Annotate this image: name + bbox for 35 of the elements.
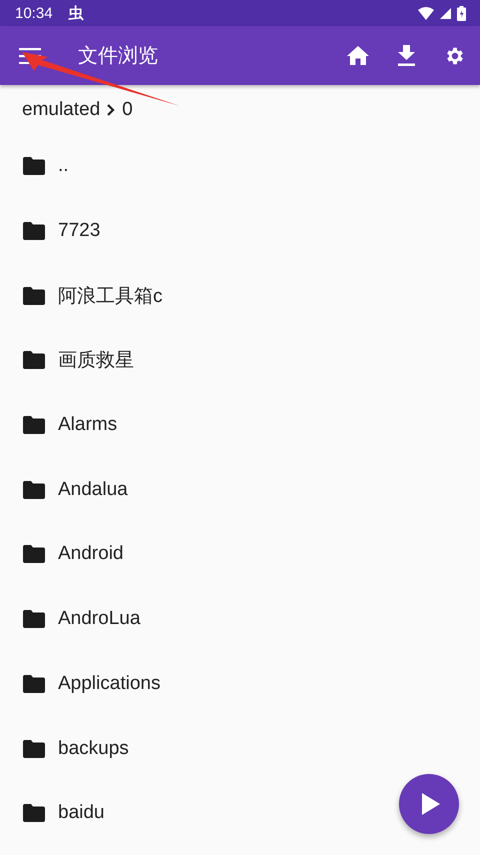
file-name[interactable]: 阿浪工具箱c [58,282,162,309]
file-name[interactable]: backups [58,738,129,760]
wifi-icon [418,6,434,20]
file-name[interactable]: 7723 [58,220,100,242]
notification-glyph: 虫 [68,4,84,22]
battery-icon [457,6,466,20]
status-time: 10:34 [15,4,53,22]
folder-icon [23,610,45,628]
file-name[interactable]: 画质救星 [58,347,134,374]
folder-icon [23,222,45,240]
signal-icon [440,8,451,18]
file-name[interactable]: .. [58,155,69,178]
folder-icon [23,286,45,305]
folder-icon [23,674,45,693]
folder-icon [23,545,45,564]
breadcrumb-item[interactable]: emulated [22,98,100,120]
app-title: 文件浏览 [78,44,159,69]
file-name[interactable]: Andalua [58,478,128,501]
folder-icon [23,740,45,758]
download-icon[interactable] [398,45,415,66]
folder-icon [23,351,45,370]
breadcrumb-item[interactable]: 0 [122,98,133,120]
folder-icon [23,157,45,176]
folder-icon [23,416,45,434]
file-name[interactable]: Alarms [58,414,118,436]
file-name[interactable]: baidu [58,802,104,824]
file-name[interactable]: Applications [58,672,160,695]
chevron-icon [107,104,116,116]
file-name[interactable]: AndroLua [58,608,140,630]
play-icon [422,793,440,815]
play-button[interactable] [399,774,459,834]
home-icon[interactable] [347,46,369,65]
folder-icon [23,804,45,822]
folder-icon [23,480,45,499]
file-name[interactable]: Android [58,543,124,566]
